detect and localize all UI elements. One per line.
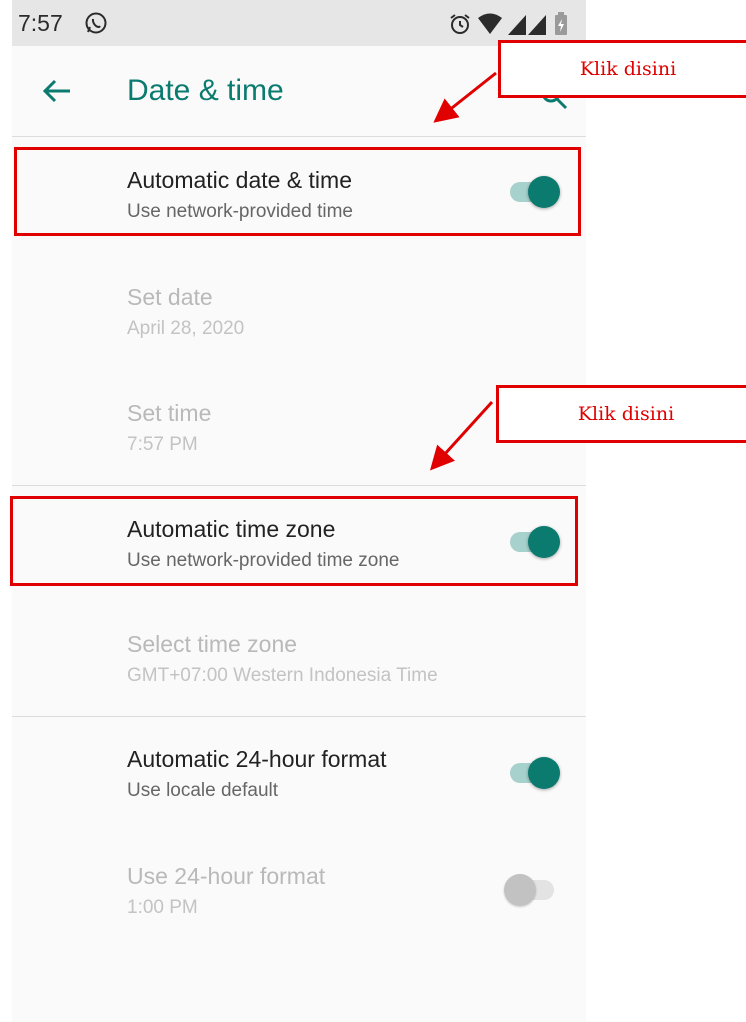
arrow-1: [433, 71, 497, 123]
arrow-2: [429, 400, 494, 471]
annotation-arrows: [429, 71, 497, 471]
